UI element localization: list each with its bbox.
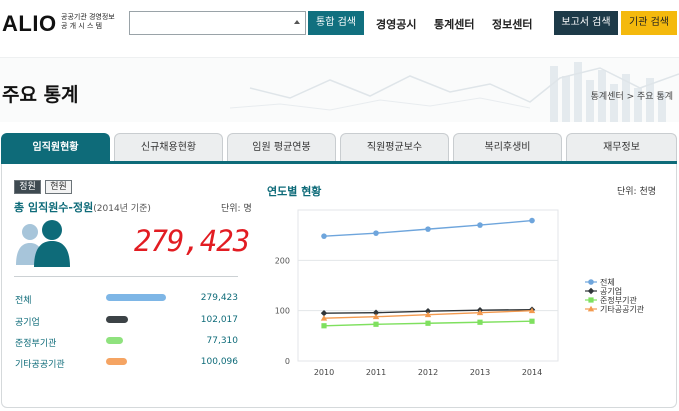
y-tick-label-0: 0 bbox=[285, 357, 290, 366]
bar-other-public bbox=[106, 358, 127, 365]
row-value-quasi-government: 77,310 bbox=[206, 336, 239, 346]
legend-label-0: 전체 bbox=[600, 277, 615, 287]
bar-quasi-government bbox=[106, 337, 123, 344]
legend-swatch-marker-1 bbox=[587, 287, 595, 295]
tab-employees[interactable]: 임직원현황 bbox=[1, 133, 110, 161]
integrated-search-button[interactable]: 통합 검색 bbox=[308, 11, 364, 35]
chart-title: 연도별 현황 bbox=[267, 185, 322, 198]
total-employees-title: 총 임직원수-정원(2014년 기준) bbox=[14, 199, 151, 215]
toggle-quota[interactable]: 정원 bbox=[14, 180, 41, 194]
toggle-current[interactable]: 현원 bbox=[45, 180, 72, 194]
total-title-sub: (2014년 기준) bbox=[93, 204, 151, 214]
title-banner bbox=[0, 57, 679, 122]
row-label-other-public: 기타공공기관 bbox=[15, 360, 65, 370]
alio-logo[interactable]: ALIO bbox=[2, 11, 57, 37]
series-0-point-4 bbox=[529, 217, 535, 224]
series-0-point-1 bbox=[373, 230, 379, 236]
bar-public-enterprise bbox=[106, 316, 128, 323]
y-tick-label-1: 100 bbox=[275, 307, 290, 316]
series-2-point-2 bbox=[425, 320, 431, 326]
chart-unit: 단위: 천명 bbox=[617, 187, 657, 197]
series-2-point-1 bbox=[373, 321, 379, 327]
yearly-line-chart: 0 100 200 2010 2011 2012 2013 2014 전체공기업준정부기관기타공… bbox=[275, 209, 645, 377]
legend-label-1: 공기업 bbox=[600, 287, 622, 296]
breadcrumb: 통계센터 > 주요 통계 bbox=[590, 92, 673, 102]
nav-information-center[interactable]: 정보센터 bbox=[492, 16, 532, 32]
legend-swatch-marker-0 bbox=[588, 279, 594, 285]
row-value-public-enterprise: 102,017 bbox=[200, 315, 238, 325]
x-tick-label-4: 2014 bbox=[522, 368, 542, 377]
people-icon bbox=[16, 220, 70, 267]
x-tick-label-3: 2013 bbox=[470, 368, 490, 377]
total-employees-value: 279,423 bbox=[134, 224, 250, 258]
search-input[interactable] bbox=[129, 11, 306, 35]
series-2-point-0 bbox=[321, 323, 327, 329]
total-title-text: 총 임직원수-정원 bbox=[14, 201, 94, 214]
bar-total bbox=[106, 294, 166, 301]
plot-area bbox=[297, 209, 559, 362]
series-2-point-4 bbox=[529, 318, 535, 324]
row-label-public-enterprise: 공기업 bbox=[15, 318, 40, 328]
report-search-button[interactable]: 보고서 검색 bbox=[554, 11, 618, 35]
logo-subtitle-line1: 공공기관 경영정보 bbox=[61, 13, 115, 21]
series-0-point-2 bbox=[425, 226, 431, 232]
logo-subtitle: 공공기관 경영정보 공 개 시 스 템 bbox=[61, 13, 115, 31]
tab-employee-pay[interactable]: 직원평균보수 bbox=[340, 133, 449, 161]
row-value-other-public: 100,096 bbox=[200, 357, 238, 367]
series-0-point-3 bbox=[477, 222, 483, 228]
series-2-point-3 bbox=[477, 319, 483, 325]
row-label-total: 전체 bbox=[15, 296, 32, 306]
page-title: 주요 통계 bbox=[2, 84, 79, 106]
logo-subtitle-line2: 공 개 시 스 템 bbox=[61, 22, 103, 30]
top-header: ALIO 공공기관 경영정보 공 개 시 스 템 통합 검색 경영공시 통계센터… bbox=[0, 0, 679, 46]
divider bbox=[14, 276, 238, 277]
caret-up-icon[interactable] bbox=[294, 20, 300, 24]
x-tick-label-1: 2011 bbox=[366, 368, 386, 377]
row-value-total: 279,423 bbox=[200, 293, 238, 303]
tab-new-hires[interactable]: 신규채용현황 bbox=[114, 133, 223, 161]
legend-label-3: 기타공공기관 bbox=[600, 304, 645, 314]
tab-finance[interactable]: 재무정보 bbox=[566, 133, 677, 161]
stats-tab-bar: 임직원현황 신규채용현황 임원 평균연봉 직원평균보수 복리후생비 재무정보 bbox=[1, 133, 677, 164]
tab-executive-salary[interactable]: 임원 평균연봉 bbox=[227, 133, 336, 161]
y-tick-label-2: 200 bbox=[275, 256, 290, 265]
nav-management-disclosure[interactable]: 경영공시 bbox=[376, 16, 416, 32]
decorative-chart-background bbox=[229, 62, 679, 122]
tab-welfare[interactable]: 복리후생비 bbox=[453, 133, 562, 161]
nav-statistics-center[interactable]: 통계센터 bbox=[434, 16, 474, 32]
x-tick-label-2: 2012 bbox=[418, 368, 438, 377]
institution-search-button[interactable]: 기관 검색 bbox=[621, 11, 677, 35]
x-tick-label-0: 2010 bbox=[314, 368, 334, 377]
legend-swatch-marker-2 bbox=[588, 297, 594, 303]
series-0-point-0 bbox=[321, 233, 327, 239]
legend-label-2: 준정부기관 bbox=[600, 295, 637, 305]
row-label-quasi-government: 준정부기관 bbox=[15, 339, 57, 349]
unit-label: 단위: 명 bbox=[221, 204, 252, 214]
